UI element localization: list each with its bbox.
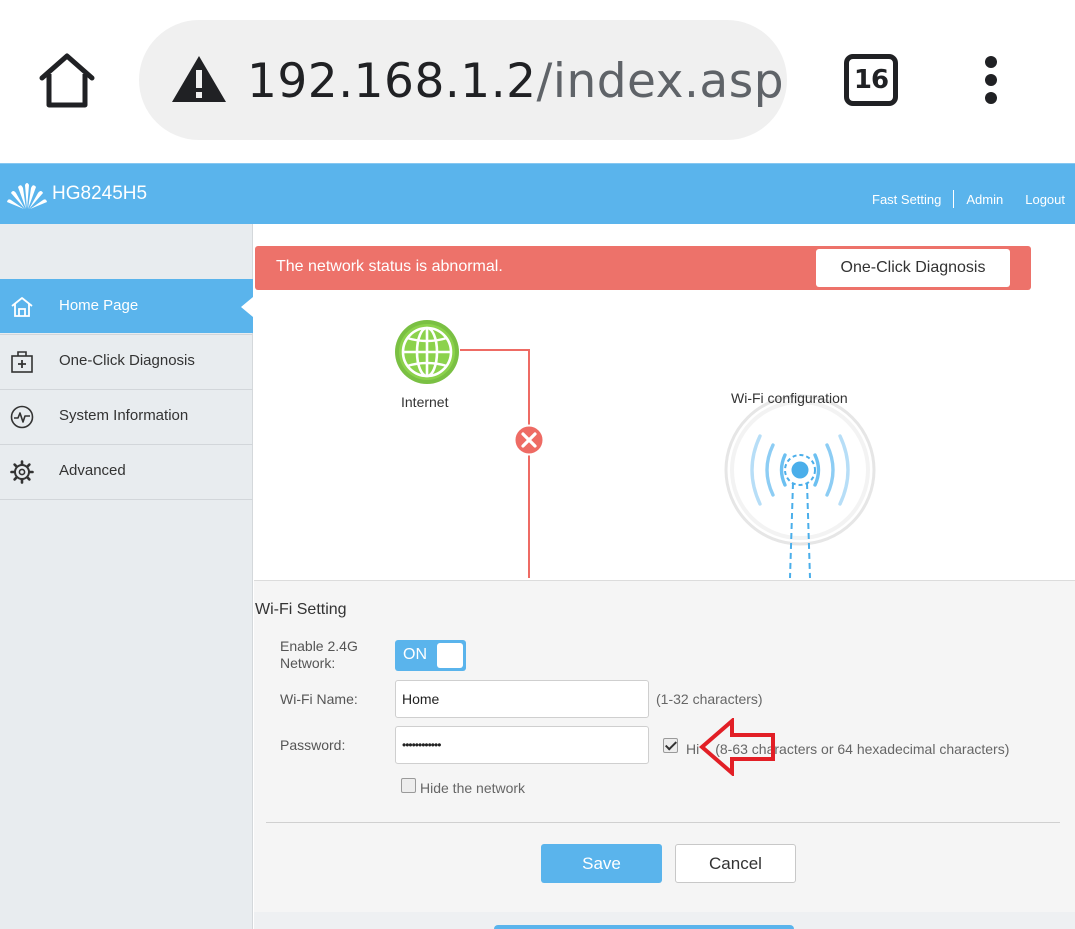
toggle-state-text: ON — [403, 646, 427, 663]
hide-network-label: Hide the network — [420, 780, 526, 796]
browser-toolbar: 192.168.1.2/index.asp 16 — [0, 0, 1075, 163]
url-text[interactable]: 192.168.1.2/index.asp — [247, 52, 784, 112]
form-divider — [266, 822, 1060, 823]
enable-network-label-line2: Network: — [280, 655, 336, 671]
enable-network-toggle[interactable]: ON — [395, 640, 466, 671]
admin-link[interactable]: Admin — [966, 192, 1003, 207]
password-input[interactable]: •••••••••••• — [395, 726, 649, 764]
warning-triangle-icon[interactable] — [170, 54, 228, 104]
more-vert-icon[interactable] — [978, 54, 1004, 106]
topology-diagram — [395, 320, 876, 579]
network-topology: Internet Wi-Fi configuration — [254, 290, 1075, 582]
bottom-strip — [254, 912, 1075, 929]
sidebar: Home Page One-Click Diagnosis System Inf… — [0, 224, 253, 929]
hide-password-checkbox[interactable] — [663, 738, 678, 753]
one-click-diagnosis-button[interactable]: One-Click Diagnosis — [816, 249, 1010, 287]
logout-link[interactable]: Logout — [1025, 192, 1065, 207]
wifi-name-hint: (1-32 characters) — [656, 691, 763, 707]
alert-message: The network status is abnormal. — [276, 258, 503, 275]
next-section-edge — [494, 925, 794, 929]
wifi-setting-panel: Wi-Fi Setting Enable 2.4G Network: ON Wi… — [254, 580, 1075, 912]
globe-icon[interactable] — [395, 320, 459, 384]
header-separator — [953, 190, 955, 208]
sidebar-item-one-click-diagnosis[interactable]: One-Click Diagnosis — [0, 334, 253, 388]
medical-kit-icon — [11, 351, 33, 373]
sidebar-item-label: Advanced — [59, 462, 126, 479]
sidebar-item-home-page[interactable]: Home Page — [0, 279, 253, 333]
huawei-logo-icon — [7, 183, 47, 209]
internet-label: Internet — [401, 394, 449, 410]
sidebar-item-system-information[interactable]: System Information — [0, 389, 253, 443]
wifi-setting-title: Wi-Fi Setting — [255, 601, 347, 618]
sidebar-item-label: Home Page — [59, 297, 139, 314]
home-icon — [11, 297, 33, 317]
screen: 192.168.1.2/index.asp 16 HG8245H5 Fast S… — [0, 0, 1075, 929]
fast-setting-link[interactable]: Fast Setting — [872, 192, 941, 207]
router-header: HG8245H5 Fast Setting Admin Logout — [0, 163, 1075, 224]
wifi-name-label: Wi-Fi Name: — [280, 691, 358, 707]
password-label: Password: — [280, 737, 346, 753]
tab-switcher-button[interactable]: 16 — [844, 54, 898, 106]
wifi-router-icon[interactable] — [724, 394, 876, 579]
wifi-name-input[interactable]: Home — [395, 680, 649, 718]
annotation-arrow-icon — [698, 718, 775, 776]
pulse-icon — [10, 405, 34, 429]
connection-error-icon — [513, 424, 545, 456]
sidebar-item-advanced[interactable]: Advanced — [0, 444, 253, 498]
hide-network-checkbox[interactable] — [401, 778, 416, 793]
sidebar-item-label: One-Click Diagnosis — [59, 352, 195, 369]
home-icon[interactable] — [36, 50, 98, 110]
network-status-alert: The network status is abnormal. One-Clic… — [255, 246, 1031, 290]
save-button[interactable]: Save — [541, 844, 662, 883]
header-links: Fast Setting Admin Logout — [872, 190, 1065, 208]
cancel-button[interactable]: Cancel — [675, 844, 796, 883]
url-host: 192.168.1.2 — [247, 54, 537, 109]
toggle-knob — [437, 643, 463, 668]
sidebar-item-label: System Information — [59, 407, 189, 424]
gear-icon — [10, 460, 34, 484]
enable-network-label: Enable 2.4G Network: — [280, 638, 358, 672]
enable-network-label-line1: Enable 2.4G — [280, 638, 358, 654]
url-path: /index.asp — [536, 54, 785, 109]
router-model: HG8245H5 — [52, 183, 148, 204]
wifi-configuration-label: Wi-Fi configuration — [731, 390, 848, 406]
main-content: The network status is abnormal. One-Clic… — [254, 224, 1075, 929]
sidebar-divider — [0, 499, 253, 500]
